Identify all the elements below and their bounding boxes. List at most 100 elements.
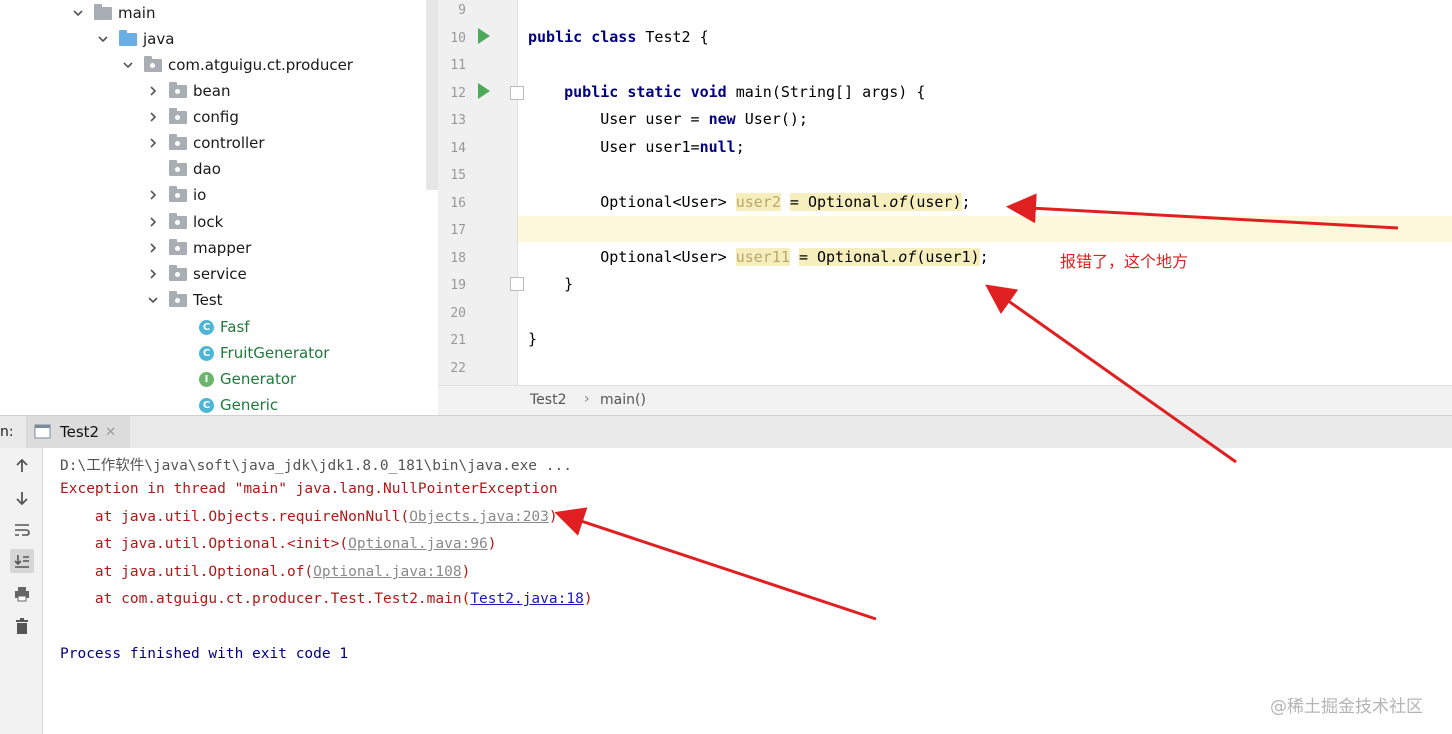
stack-frame-link[interactable]: Objects.java:203 — [409, 509, 549, 525]
chevron-right-icon[interactable] — [147, 85, 159, 97]
chevron-down-icon[interactable] — [97, 33, 109, 45]
watermark: @稀土掘金技术社区 — [1270, 697, 1423, 717]
line-number: 22 — [450, 361, 466, 376]
fold-icon[interactable] — [510, 277, 524, 291]
stack-frame-text: at com.atguigu.ct.producer.Test.Test2.ma… — [60, 591, 471, 607]
chevron-down-icon[interactable] — [72, 7, 84, 19]
package-icon — [169, 238, 187, 255]
stack-frame-link[interactable]: Optional.java:96 — [348, 536, 488, 552]
code-line-21: } — [528, 330, 537, 348]
code-text: (user) — [907, 193, 962, 211]
stack-frame-link[interactable]: Optional.java:108 — [313, 564, 461, 580]
print-icon[interactable] — [10, 582, 34, 606]
chevron-down-icon[interactable] — [147, 294, 159, 306]
arrow-up-icon[interactable] — [10, 454, 34, 478]
tree-scrollbar[interactable] — [426, 0, 438, 190]
run-gutter-icon[interactable] — [478, 28, 490, 44]
soft-wrap-icon[interactable] — [10, 518, 34, 542]
tree-item-interface[interactable]: I Generator — [199, 366, 296, 392]
code-text: ; — [979, 248, 989, 266]
package-icon — [169, 159, 187, 176]
chevron-right-icon[interactable] — [147, 189, 159, 201]
unused-variable: user11 — [735, 248, 790, 266]
stack-frame-text: at java.util.Optional.of( — [60, 564, 314, 580]
package-icon — [169, 133, 187, 150]
trash-icon[interactable] — [10, 614, 34, 638]
unused-variable: user2 — [735, 193, 781, 211]
line-number: 14 — [450, 141, 466, 156]
run-tab-test2[interactable]: Test2 ✕ — [26, 416, 130, 448]
code-text: (user1) — [916, 248, 980, 266]
tree-item-label: Generic — [220, 396, 279, 414]
package-icon — [169, 290, 187, 307]
tree-item-lock[interactable]: lock — [147, 209, 223, 235]
line-number: 17 — [450, 223, 466, 238]
run-gutter-icon[interactable] — [478, 83, 490, 99]
keyword: void — [690, 83, 727, 101]
application-icon — [34, 424, 51, 439]
tree-item-main[interactable]: main — [72, 0, 155, 26]
tree-item-class[interactable]: C FruitGenerator — [199, 340, 329, 366]
code-text: = Optional. — [798, 248, 899, 266]
project-tree: main java com.atguigu.ct.producer bean c… — [0, 0, 438, 415]
console-output[interactable]: D:\工作软件\java\soft\java_jdk\jdk1.8.0_181\… — [43, 448, 1452, 734]
stack-frame-text: ) — [548, 509, 558, 525]
chevron-right-icon[interactable] — [147, 242, 159, 254]
chevron-right-icon[interactable] — [147, 111, 159, 123]
tree-item-config[interactable]: config — [147, 104, 239, 130]
keyword: public — [564, 83, 619, 101]
keyword: null — [699, 138, 736, 156]
stack-frame-link[interactable]: Test2.java:18 — [470, 591, 584, 607]
code-text: ; — [961, 193, 971, 211]
line-number: 19 — [450, 278, 466, 293]
tree-item-dao[interactable]: dao — [147, 156, 221, 182]
tree-item-controller[interactable]: controller — [147, 130, 265, 156]
code-text: User(); — [744, 110, 808, 128]
tree-item-label: Generator — [220, 370, 297, 388]
stack-frame-text: ) — [487, 536, 497, 552]
chevron-right-icon[interactable] — [147, 216, 159, 228]
close-tab-icon[interactable]: ✕ — [105, 425, 116, 440]
stack-frame: at java.util.Optional.<init>(Optional.ja… — [60, 536, 497, 552]
tree-item-label: bean — [193, 82, 231, 100]
tree-item-label: com.atguigu.ct.producer — [168, 56, 353, 74]
chevron-down-icon[interactable] — [122, 59, 134, 71]
scroll-to-end-icon[interactable] — [10, 549, 34, 573]
tree-item-service[interactable]: service — [147, 261, 247, 287]
breadcrumb-class[interactable]: Test2 — [530, 392, 566, 408]
line-number: 13 — [450, 113, 466, 128]
run-tool-window-header: n: Test2 ✕ — [0, 415, 1452, 449]
code-line-19: } — [528, 275, 573, 293]
line-number: 15 — [450, 168, 466, 183]
chevron-right-icon[interactable] — [147, 268, 159, 280]
breadcrumb: Test2 › main() — [438, 385, 1452, 416]
tree-item-class[interactable]: C Generic — [199, 392, 278, 415]
arrow-down-icon[interactable] — [10, 486, 34, 510]
tree-item-label: Fasf — [220, 318, 250, 336]
fold-icon[interactable] — [510, 86, 524, 100]
code-text: User user1= — [600, 138, 700, 156]
keyword: public — [528, 28, 583, 46]
line-number: 16 — [450, 196, 466, 211]
tab-label: Test2 — [60, 423, 100, 441]
tree-item-java[interactable]: java — [97, 26, 174, 52]
package-icon — [144, 55, 162, 72]
source-folder-icon — [119, 29, 137, 46]
tree-item-package[interactable]: com.atguigu.ct.producer — [122, 52, 353, 78]
code-line-14: User user1=null; — [528, 138, 745, 156]
tree-item-bean[interactable]: bean — [147, 78, 230, 104]
code-editor[interactable]: 9 10 11 12 13 14 15 16 17 18 19 20 21 22… — [438, 0, 1452, 416]
interface-icon: I — [199, 371, 214, 387]
breadcrumb-separator: › — [584, 391, 590, 407]
tree-item-test[interactable]: Test — [147, 287, 223, 313]
code-text: } — [564, 275, 574, 293]
tree-item-class[interactable]: C Fasf — [199, 314, 250, 340]
chevron-right-icon[interactable] — [147, 137, 159, 149]
breadcrumb-method[interactable]: main() — [600, 392, 646, 408]
stack-frame: at java.util.Optional.of(Optional.java:1… — [60, 564, 470, 580]
stack-frame-text: at java.util.Optional.<init>( — [60, 536, 349, 552]
annotation-text: 报错了，这个地方 — [1060, 252, 1189, 271]
tree-item-mapper[interactable]: mapper — [147, 235, 251, 261]
tree-item-io[interactable]: io — [147, 182, 206, 208]
stack-frame: at java.util.Objects.requireNonNull(Obje… — [60, 509, 558, 525]
